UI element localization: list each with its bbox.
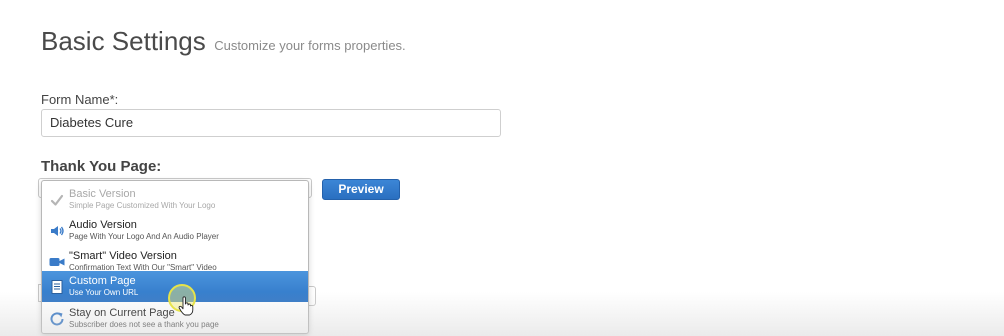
refresh-icon bbox=[50, 312, 64, 326]
thank-you-page-dropdown: Basic Version Simple Page Customized Wit… bbox=[41, 180, 309, 334]
form-name-input[interactable]: Diabetes Cure bbox=[41, 109, 501, 137]
option-audio-version[interactable]: Audio Version Page With Your Logo And An… bbox=[42, 215, 308, 246]
thank-you-page-label: Thank You Page: bbox=[41, 158, 162, 175]
document-icon bbox=[51, 280, 63, 294]
option-title: Custom Page bbox=[69, 275, 136, 287]
option-subtitle: Subscriber does not see a thank you page bbox=[69, 320, 219, 329]
page-title: Basic Settings bbox=[41, 26, 206, 56]
option-subtitle: Page With Your Logo And An Audio Player bbox=[69, 232, 219, 241]
option-title: "Smart" Video Version bbox=[69, 250, 177, 262]
option-title: Stay on Current Page bbox=[69, 307, 175, 319]
option-subtitle: Simple Page Customized With Your Logo bbox=[69, 201, 216, 210]
option-subtitle: Use Your Own URL bbox=[69, 288, 139, 297]
speaker-icon bbox=[51, 226, 64, 236]
option-basic-version: Basic Version Simple Page Customized Wit… bbox=[42, 184, 308, 215]
preview-button[interactable]: Preview bbox=[322, 179, 400, 200]
hand-pointer-icon bbox=[178, 296, 194, 316]
video-camera-icon bbox=[49, 258, 65, 266]
form-name-label: Form Name*: bbox=[41, 92, 119, 107]
option-title: Basic Version bbox=[69, 188, 136, 200]
checkmark-icon bbox=[50, 194, 64, 206]
option-title: Audio Version bbox=[69, 219, 137, 231]
page-header: Basic Settings Customize your forms prop… bbox=[41, 26, 406, 57]
page-subtitle: Customize your forms properties. bbox=[214, 38, 406, 53]
